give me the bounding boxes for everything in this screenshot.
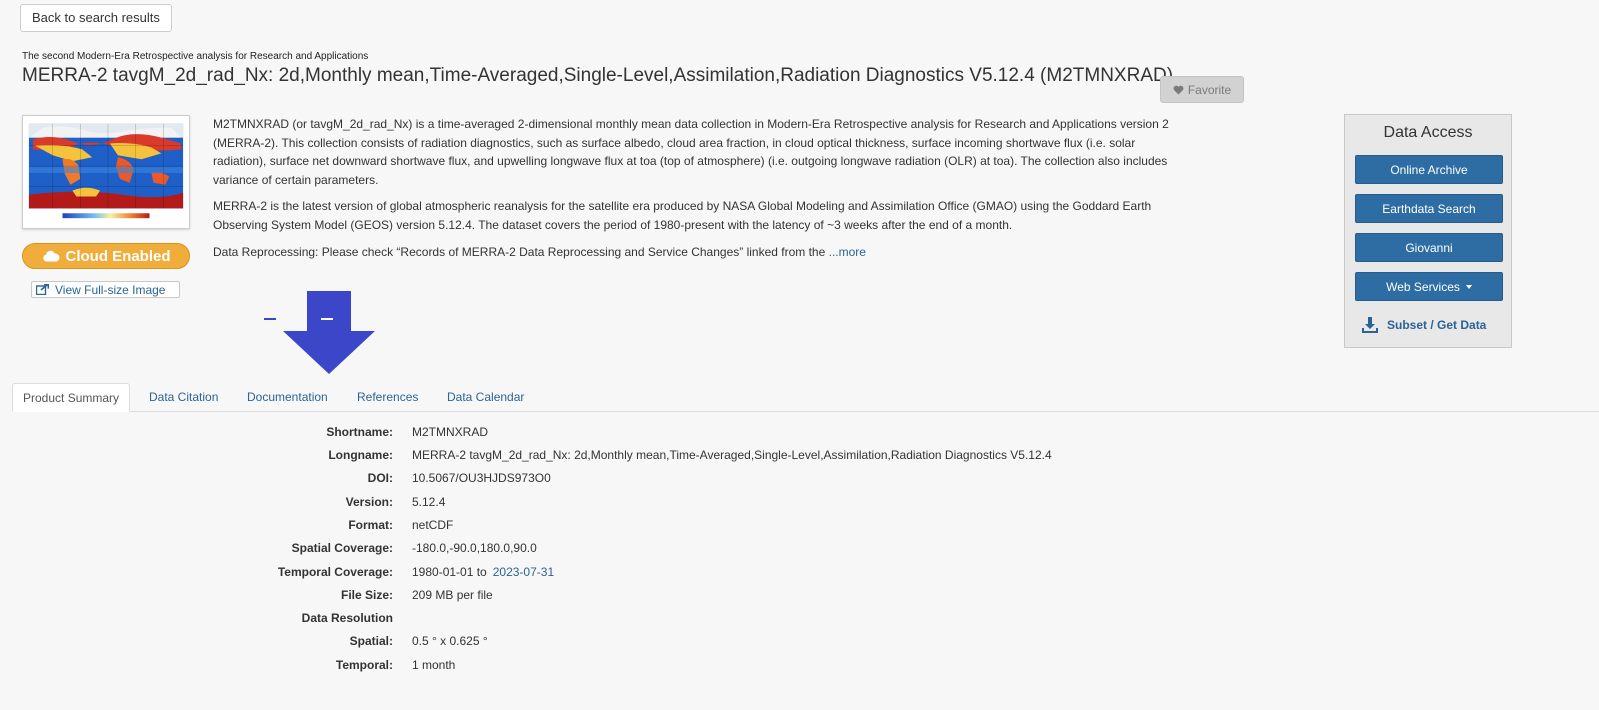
cloud-enabled-badge: Cloud Enabled: [22, 243, 190, 269]
summary-label: Temporal Coverage:: [277, 565, 393, 579]
summary-label: DOI:: [367, 471, 393, 485]
data-access-panel: Data Access Online Archive Earthdata Sea…: [1344, 114, 1512, 348]
summary-value: 0.5 ° x 0.625 °: [412, 634, 488, 648]
favorite-button[interactable]: Favorite: [1160, 76, 1244, 103]
summary-row-temporal: Temporal: 1 month: [0, 658, 1200, 681]
summary-label: Spatial:: [349, 634, 393, 648]
summary-row-longname: Longname: MERRA-2 tavgM_2d_rad_Nx: 2d,Mon…: [0, 448, 1200, 471]
caret-down-icon: [1465, 284, 1472, 289]
summary-label: Longname:: [328, 448, 393, 462]
giovanni-label: Giovanni: [1405, 240, 1453, 255]
summary-label: Spatial Coverage:: [291, 541, 393, 555]
favorite-label: Favorite: [1187, 82, 1232, 97]
giovanni-button[interactable]: Giovanni: [1355, 233, 1503, 262]
more-link[interactable]: ...more: [829, 245, 866, 259]
description-paragraph-2: MERRA-2 is the latest version of global …: [213, 199, 1152, 232]
subset-get-data-link[interactable]: Subset / Get Data: [1361, 316, 1486, 334]
summary-label: Temporal:: [335, 658, 393, 672]
external-link-icon: [36, 284, 49, 295]
web-services-dropdown[interactable]: Web Services: [1355, 272, 1503, 301]
page-title: MERRA-2 tavgM_2d_rad_Nx: 2d,Monthly mean…: [22, 65, 1174, 86]
earthdata-search-label: Earthdata Search: [1382, 201, 1476, 216]
summary-value: 1 month: [412, 658, 456, 672]
summary-value: 209 MB per file: [412, 588, 493, 602]
earthdata-search-button[interactable]: Earthdata Search: [1355, 194, 1503, 223]
summary-label: Version:: [345, 495, 393, 509]
download-icon: [1362, 317, 1378, 333]
summary-row-shortname: Shortname: M2TMNXRAD: [0, 425, 1200, 448]
summary-row-format: Format: netCDF: [0, 518, 1200, 541]
description-paragraph-3: Data Reprocessing: Please check “Records…: [213, 243, 1178, 262]
dataset-thumbnail[interactable]: [22, 115, 190, 229]
annotation-dash: [264, 318, 276, 320]
summary-label: File Size:: [340, 588, 393, 602]
summary-label: Format:: [348, 518, 393, 532]
tab-references[interactable]: References: [347, 383, 428, 411]
online-archive-button[interactable]: Online Archive: [1355, 155, 1503, 184]
annotation-arrow-icon: [283, 291, 375, 374]
subset-get-data-label: Subset / Get Data: [1387, 318, 1487, 332]
tab-product-summary[interactable]: Product Summary: [12, 383, 131, 412]
summary-label: Data Resolution: [301, 611, 393, 625]
global-map-image: [23, 116, 189, 228]
summary-label: Shortname:: [326, 425, 393, 439]
web-services-label: Web Services: [1386, 279, 1460, 294]
summary-row-version: Version: 5.12.4: [0, 495, 1200, 518]
heart-icon: [1173, 85, 1184, 95]
summary-value: MERRA-2 tavgM_2d_rad_Nx: 2d,Monthly mean…: [412, 448, 1052, 462]
tab-documentation[interactable]: Documentation: [237, 383, 338, 411]
summary-value: 10.5067/OU3HJDS973O0: [412, 471, 551, 485]
cloud-icon: [42, 250, 59, 262]
summary-row-doi: DOI: 10.5067/OU3HJDS973O0: [0, 471, 1200, 494]
cloud-enabled-label: Cloud Enabled: [65, 247, 171, 265]
summary-row-temporal-coverage: Temporal Coverage: 1980-01-01 to 2023-07-3…: [0, 565, 1200, 588]
summary-value: -180.0,-90.0,180.0,90.0: [412, 541, 537, 555]
product-tabs: Product Summary Data Citation Documentat…: [12, 383, 1599, 412]
summary-value: M2TMNXRAD: [412, 425, 489, 439]
summary-row-file-size: File Size: 209 MB per file: [0, 588, 1200, 611]
reprocessing-text: Data Reprocessing: Please check “Records…: [213, 244, 826, 259]
online-archive-label: Online Archive: [1390, 162, 1468, 177]
temporal-end-link[interactable]: 2023-07-31: [493, 565, 554, 579]
view-fullsize-image-link[interactable]: View Full-size Image: [31, 281, 180, 298]
back-to-search-button[interactable]: Back to search results: [20, 4, 172, 32]
page-subtitle: The second Modern-Era Retrospective anal…: [22, 51, 369, 62]
data-access-title: Data Access: [1383, 124, 1473, 141]
temporal-start: 1980-01-01 to: [412, 565, 487, 579]
dataset-description: M2TMNXRAD (or tavgM_2d_rad_Nx) is a time…: [213, 115, 1178, 269]
view-fullsize-label: View Full-size Image: [55, 282, 166, 297]
description-paragraph-1: M2TMNXRAD (or tavgM_2d_rad_Nx) is a time…: [213, 117, 1169, 187]
tab-data-calendar[interactable]: Data Calendar: [437, 383, 534, 411]
summary-row-data-resolution: Data Resolution: [0, 611, 1200, 634]
summary-value: 5.12.4: [412, 495, 446, 509]
summary-value: 1980-01-01 to 2023-07-31: [412, 565, 554, 579]
summary-row-spatial: Spatial: 0.5 ° x 0.625 °: [0, 634, 1200, 657]
summary-row-spatial-coverage: Spatial Coverage: -180.0,-90.0,180.0,90.0: [0, 541, 1200, 564]
summary-value: netCDF: [412, 518, 454, 532]
tab-data-citation[interactable]: Data Citation: [139, 383, 228, 411]
